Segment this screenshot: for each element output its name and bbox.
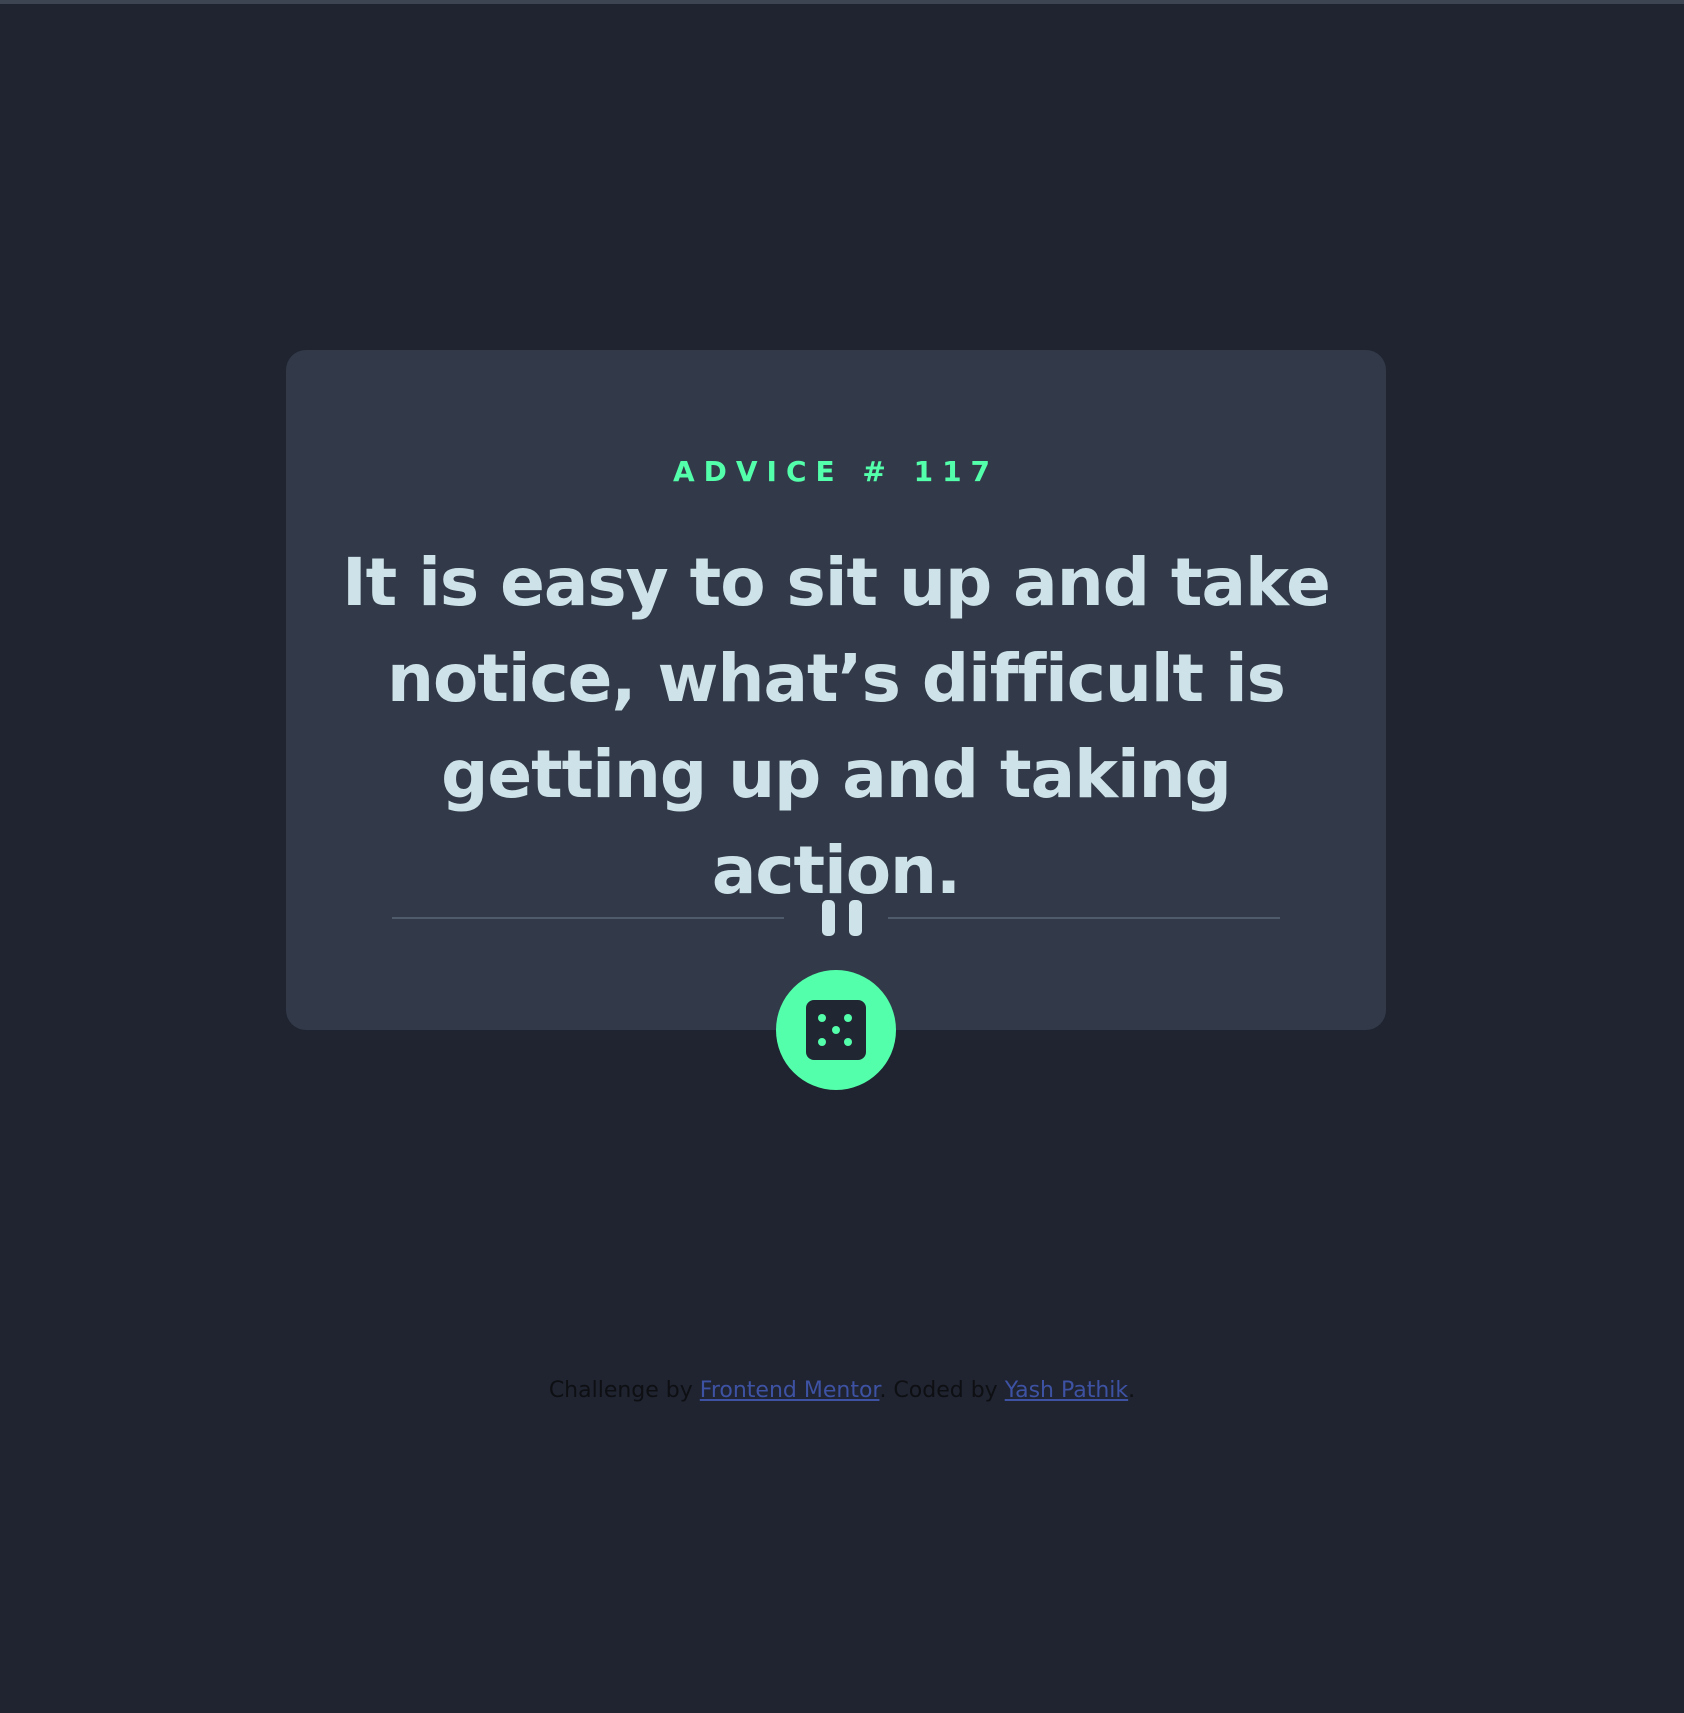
advice-card: ADVICE # 117 It is easy to sit up and ta…: [286, 350, 1386, 1030]
author-link[interactable]: Yash Pathik: [1005, 1378, 1128, 1403]
new-advice-button[interactable]: [776, 970, 896, 1090]
advice-quote: It is easy to sit up and take notice, wh…: [342, 544, 1331, 909]
footer-suffix: .: [1128, 1378, 1136, 1403]
advice-number-label: ADVICE # 117: [672, 455, 1000, 488]
coded-prefix: . Coded by: [879, 1378, 1005, 1403]
divider-line-right: [888, 917, 1280, 919]
challenge-prefix: Challenge by: [548, 1378, 700, 1403]
pause-icon: [822, 900, 866, 936]
top-border: [0, 0, 1684, 4]
attribution-footer: Challenge by Frontend Mentor. Coded by Y…: [0, 1378, 1684, 1403]
pattern-divider: [392, 900, 1280, 936]
frontend-mentor-link[interactable]: Frontend Mentor: [700, 1378, 880, 1403]
divider-line-left: [392, 917, 784, 919]
dice-icon: [806, 1000, 866, 1060]
